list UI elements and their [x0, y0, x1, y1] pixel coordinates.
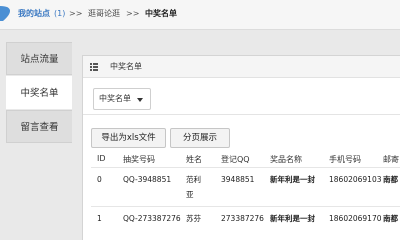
cell-name: 苏芬: [186, 214, 201, 223]
cell-name: 范利亚: [186, 175, 201, 199]
panel-title: 中奖名单: [110, 62, 142, 71]
sidebar-item-winners[interactable]: 中奖名单: [6, 76, 72, 109]
cell-lottery-number: QQ-3948851: [123, 175, 172, 184]
cell-prize: 新年利是一封: [270, 214, 315, 223]
cell-qq: 3948851: [221, 175, 255, 184]
panel-header: 中奖名单: [83, 56, 400, 78]
column-header-prize: 奖品名称: [270, 155, 302, 164]
row-divider: [91, 206, 400, 207]
sidebar-item-label: 站点流量: [20, 54, 59, 65]
sidebar-item-messages[interactable]: 留言查看: [6, 110, 72, 143]
export-xls-button[interactable]: 导出为xls文件: [91, 128, 166, 148]
breadcrumb-separator: >>: [69, 9, 83, 18]
divider: [83, 114, 400, 115]
top-breadcrumb-bar: 我的站点 (1) >> 逛哥论逛 >> 中奖名单: [0, 0, 400, 30]
cell-id: 0: [97, 175, 102, 184]
column-header-id: ID: [97, 154, 106, 163]
sidebar-item-label: 留言查看: [20, 122, 59, 133]
column-header-phone: 手机号码: [329, 155, 361, 164]
table-header-divider: [91, 167, 400, 168]
list-dropdown[interactable]: 中奖名单: [93, 88, 151, 110]
dropdown-label: 中奖名单: [99, 94, 131, 103]
breadcrumb-separator: >>: [126, 9, 140, 18]
column-header-qq: 登记QQ: [221, 155, 250, 164]
column-header-lottery-number: 抽奖号码: [123, 155, 155, 164]
sidebar-item-label: 中奖名单: [20, 88, 59, 99]
caret-down-icon: [137, 98, 143, 102]
list-icon: [90, 63, 98, 71]
cell-phone: 18602069103: [329, 175, 382, 184]
cell-prize: 新年利是一封: [270, 175, 315, 184]
cell-lottery-number: QQ-273387276: [123, 214, 181, 223]
breadcrumb-item-site[interactable]: 逛哥论逛: [88, 0, 120, 30]
cell-mail: 南都: [383, 214, 398, 223]
breadcrumb-current: 中奖名单: [145, 9, 177, 18]
cell-qq: 273387276: [221, 214, 264, 223]
winners-panel: 中奖名单 中奖名单 导出为xls文件 分页展示 ID 抽奖号码 姓名 登记QQ …: [82, 55, 400, 240]
breadcrumb-site-link[interactable]: 我的站点: [18, 0, 50, 30]
cell-mail: 南都: [383, 175, 398, 184]
paginate-button[interactable]: 分页展示: [170, 128, 230, 148]
cell-id: 1: [97, 214, 102, 223]
column-header-mail: 邮寄: [383, 155, 399, 164]
column-header-name: 姓名: [186, 155, 202, 164]
map-pin-icon: [0, 6, 10, 21]
cell-phone: 18602069170: [329, 214, 382, 223]
sidebar-item-traffic[interactable]: 站点流量: [6, 42, 72, 75]
breadcrumb-site-count: (1): [54, 9, 66, 18]
